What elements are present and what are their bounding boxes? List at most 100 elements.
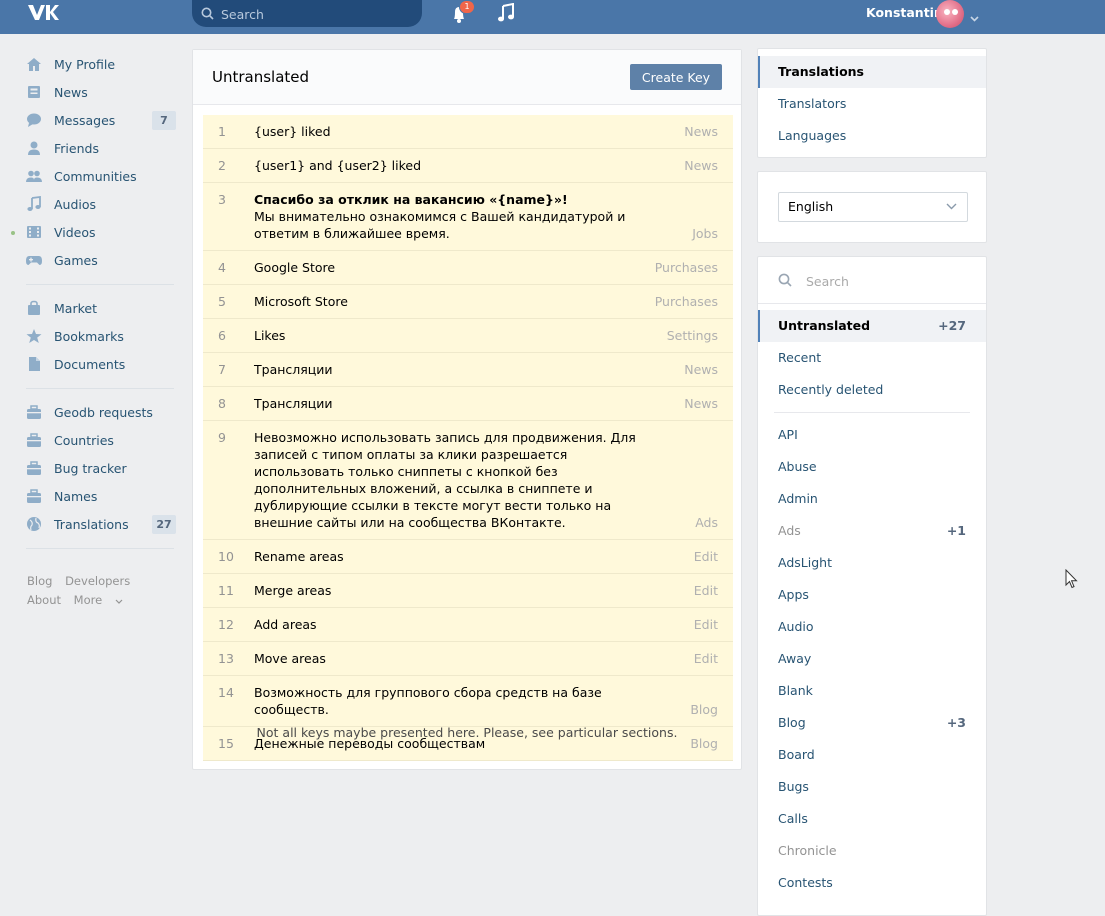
row-text: Microsoft Store	[254, 294, 348, 309]
sidebar-item-messages[interactable]: Messages 7	[26, 106, 178, 134]
section-calls[interactable]: Calls	[758, 803, 986, 835]
table-row[interactable]: 12 Add areas Edit	[203, 608, 733, 642]
row-category[interactable]: Edit	[694, 582, 718, 599]
row-category[interactable]: Ads	[695, 514, 718, 531]
music-note-icon[interactable]	[497, 2, 515, 26]
table-row[interactable]: 8 Трансляции News	[203, 387, 733, 421]
section-admin[interactable]: Admin	[758, 483, 986, 515]
language-select[interactable]: English	[778, 192, 968, 222]
header-search-input[interactable]	[219, 4, 413, 24]
section-bugs[interactable]: Bugs	[758, 771, 986, 803]
sections-search-input[interactable]	[804, 270, 968, 292]
row-category[interactable]: News	[684, 157, 718, 174]
sidebar-item-label: Bookmarks	[54, 328, 124, 344]
avatar[interactable]	[936, 0, 964, 28]
table-row[interactable]: 3 Спасибо за отклик на вакансию «{name}»…	[203, 183, 733, 251]
row-number: 2	[218, 158, 226, 173]
sidebar-divider	[26, 548, 174, 549]
sidebar-item-names[interactable]: Names	[26, 482, 178, 510]
menu-item-languages[interactable]: Languages	[758, 120, 986, 152]
row-category[interactable]: Purchases	[655, 259, 718, 276]
sections-divider	[774, 412, 970, 413]
row-number: 12	[218, 617, 234, 632]
footer-links: Blog Developers About More	[27, 572, 187, 610]
section-label: Abuse	[778, 459, 817, 474]
sidebar-item-label: Documents	[54, 356, 126, 372]
row-number: 13	[218, 651, 234, 666]
section-blank[interactable]: Blank	[758, 675, 986, 707]
globe-icon	[26, 516, 42, 532]
row-category[interactable]: Edit	[694, 548, 718, 565]
film-icon	[26, 224, 42, 240]
table-row[interactable]: 10 Rename areas Edit	[203, 540, 733, 574]
section-blog[interactable]: Blog +3	[758, 707, 986, 739]
create-key-button[interactable]: Create Key	[630, 64, 722, 90]
footer-link-about[interactable]: About	[27, 593, 61, 607]
table-row[interactable]: 13 Move areas Edit	[203, 642, 733, 676]
person-icon	[26, 140, 42, 156]
section-ads[interactable]: Ads +1	[758, 515, 986, 547]
sidebar-item-videos[interactable]: Videos	[11, 218, 178, 246]
table-row[interactable]: 1 {user} liked News	[203, 115, 733, 149]
footer-link-blog[interactable]: Blog	[27, 574, 52, 588]
sidebar-item-geodb-requests[interactable]: Geodb requests	[26, 398, 178, 426]
row-category[interactable]: News	[684, 123, 718, 140]
row-category[interactable]: Edit	[694, 650, 718, 667]
sidebar-item-translations[interactable]: Translations 27	[26, 510, 178, 538]
sidebar-item-news[interactable]: News	[26, 78, 178, 106]
table-row[interactable]: 9 Невозможно использовать запись для про…	[203, 421, 733, 540]
table-row[interactable]: 11 Merge areas Edit	[203, 574, 733, 608]
sections-search[interactable]	[758, 257, 986, 304]
menu-item-translators[interactable]: Translators	[758, 88, 986, 120]
section-away[interactable]: Away	[758, 643, 986, 675]
section-api[interactable]: API	[758, 419, 986, 451]
vk-logo-icon[interactable]	[26, 2, 60, 27]
section-label: Away	[778, 651, 812, 666]
header-search[interactable]	[192, 0, 422, 27]
sidebar-item-countries[interactable]: Countries	[26, 426, 178, 454]
chevron-down-icon	[946, 203, 957, 210]
table-row[interactable]: 5 Microsoft Store Purchases	[203, 285, 733, 319]
sidebar-item-label: Messages	[54, 112, 116, 128]
section-abuse[interactable]: Abuse	[758, 451, 986, 483]
row-category[interactable]: Edit	[694, 616, 718, 633]
filter-untranslated[interactable]: Untranslated +27	[758, 310, 986, 342]
table-row[interactable]: 14 Возможность для группового сбора сред…	[203, 676, 733, 727]
section-contests[interactable]: Contests	[758, 867, 986, 899]
user-name[interactable]: Konstantin	[866, 5, 943, 20]
section-label: Contests	[778, 875, 833, 890]
table-row[interactable]: 4 Google Store Purchases	[203, 251, 733, 285]
sidebar-item-bug-tracker[interactable]: Bug tracker	[26, 454, 178, 482]
table-row[interactable]: 7 Трансляции News	[203, 353, 733, 387]
row-category[interactable]: Settings	[667, 327, 718, 344]
section-board[interactable]: Board	[758, 739, 986, 771]
sidebar-item-friends[interactable]: Friends	[26, 134, 178, 162]
sidebar-item-bookmarks[interactable]: Bookmarks	[26, 322, 178, 350]
section-audio[interactable]: Audio	[758, 611, 986, 643]
sidebar-item-games[interactable]: Games	[26, 246, 178, 274]
footer-link-more[interactable]: More	[74, 593, 123, 607]
row-category[interactable]: News	[684, 361, 718, 378]
row-category[interactable]: Blog	[690, 701, 718, 718]
footer-link-developers[interactable]: Developers	[65, 574, 130, 588]
section-adslight[interactable]: AdsLight	[758, 547, 986, 579]
sidebar-item-communities[interactable]: Communities	[26, 162, 178, 190]
section-apps[interactable]: Apps	[758, 579, 986, 611]
row-text: Likes	[254, 328, 286, 343]
table-row[interactable]: 6 Likes Settings	[203, 319, 733, 353]
sidebar-item-market[interactable]: Market	[26, 294, 178, 322]
chevron-down-icon[interactable]	[970, 10, 979, 25]
menu-item-translations[interactable]: Translations	[758, 56, 986, 88]
row-category[interactable]: Purchases	[655, 293, 718, 310]
sidebar-item-my-profile[interactable]: My Profile	[26, 50, 178, 78]
filter-recently-deleted[interactable]: Recently deleted	[758, 374, 986, 406]
sidebar-item-documents[interactable]: Documents	[26, 350, 178, 378]
row-category[interactable]: News	[684, 395, 718, 412]
filter-recent[interactable]: Recent	[758, 342, 986, 374]
section-label: Audio	[778, 619, 814, 634]
row-category[interactable]: Jobs	[692, 225, 718, 242]
table-row[interactable]: 2 {user1} and {user2} liked News	[203, 149, 733, 183]
row-text: Add areas	[254, 617, 317, 632]
section-chronicle[interactable]: Chronicle	[758, 835, 986, 867]
sidebar-item-audios[interactable]: Audios	[26, 190, 178, 218]
